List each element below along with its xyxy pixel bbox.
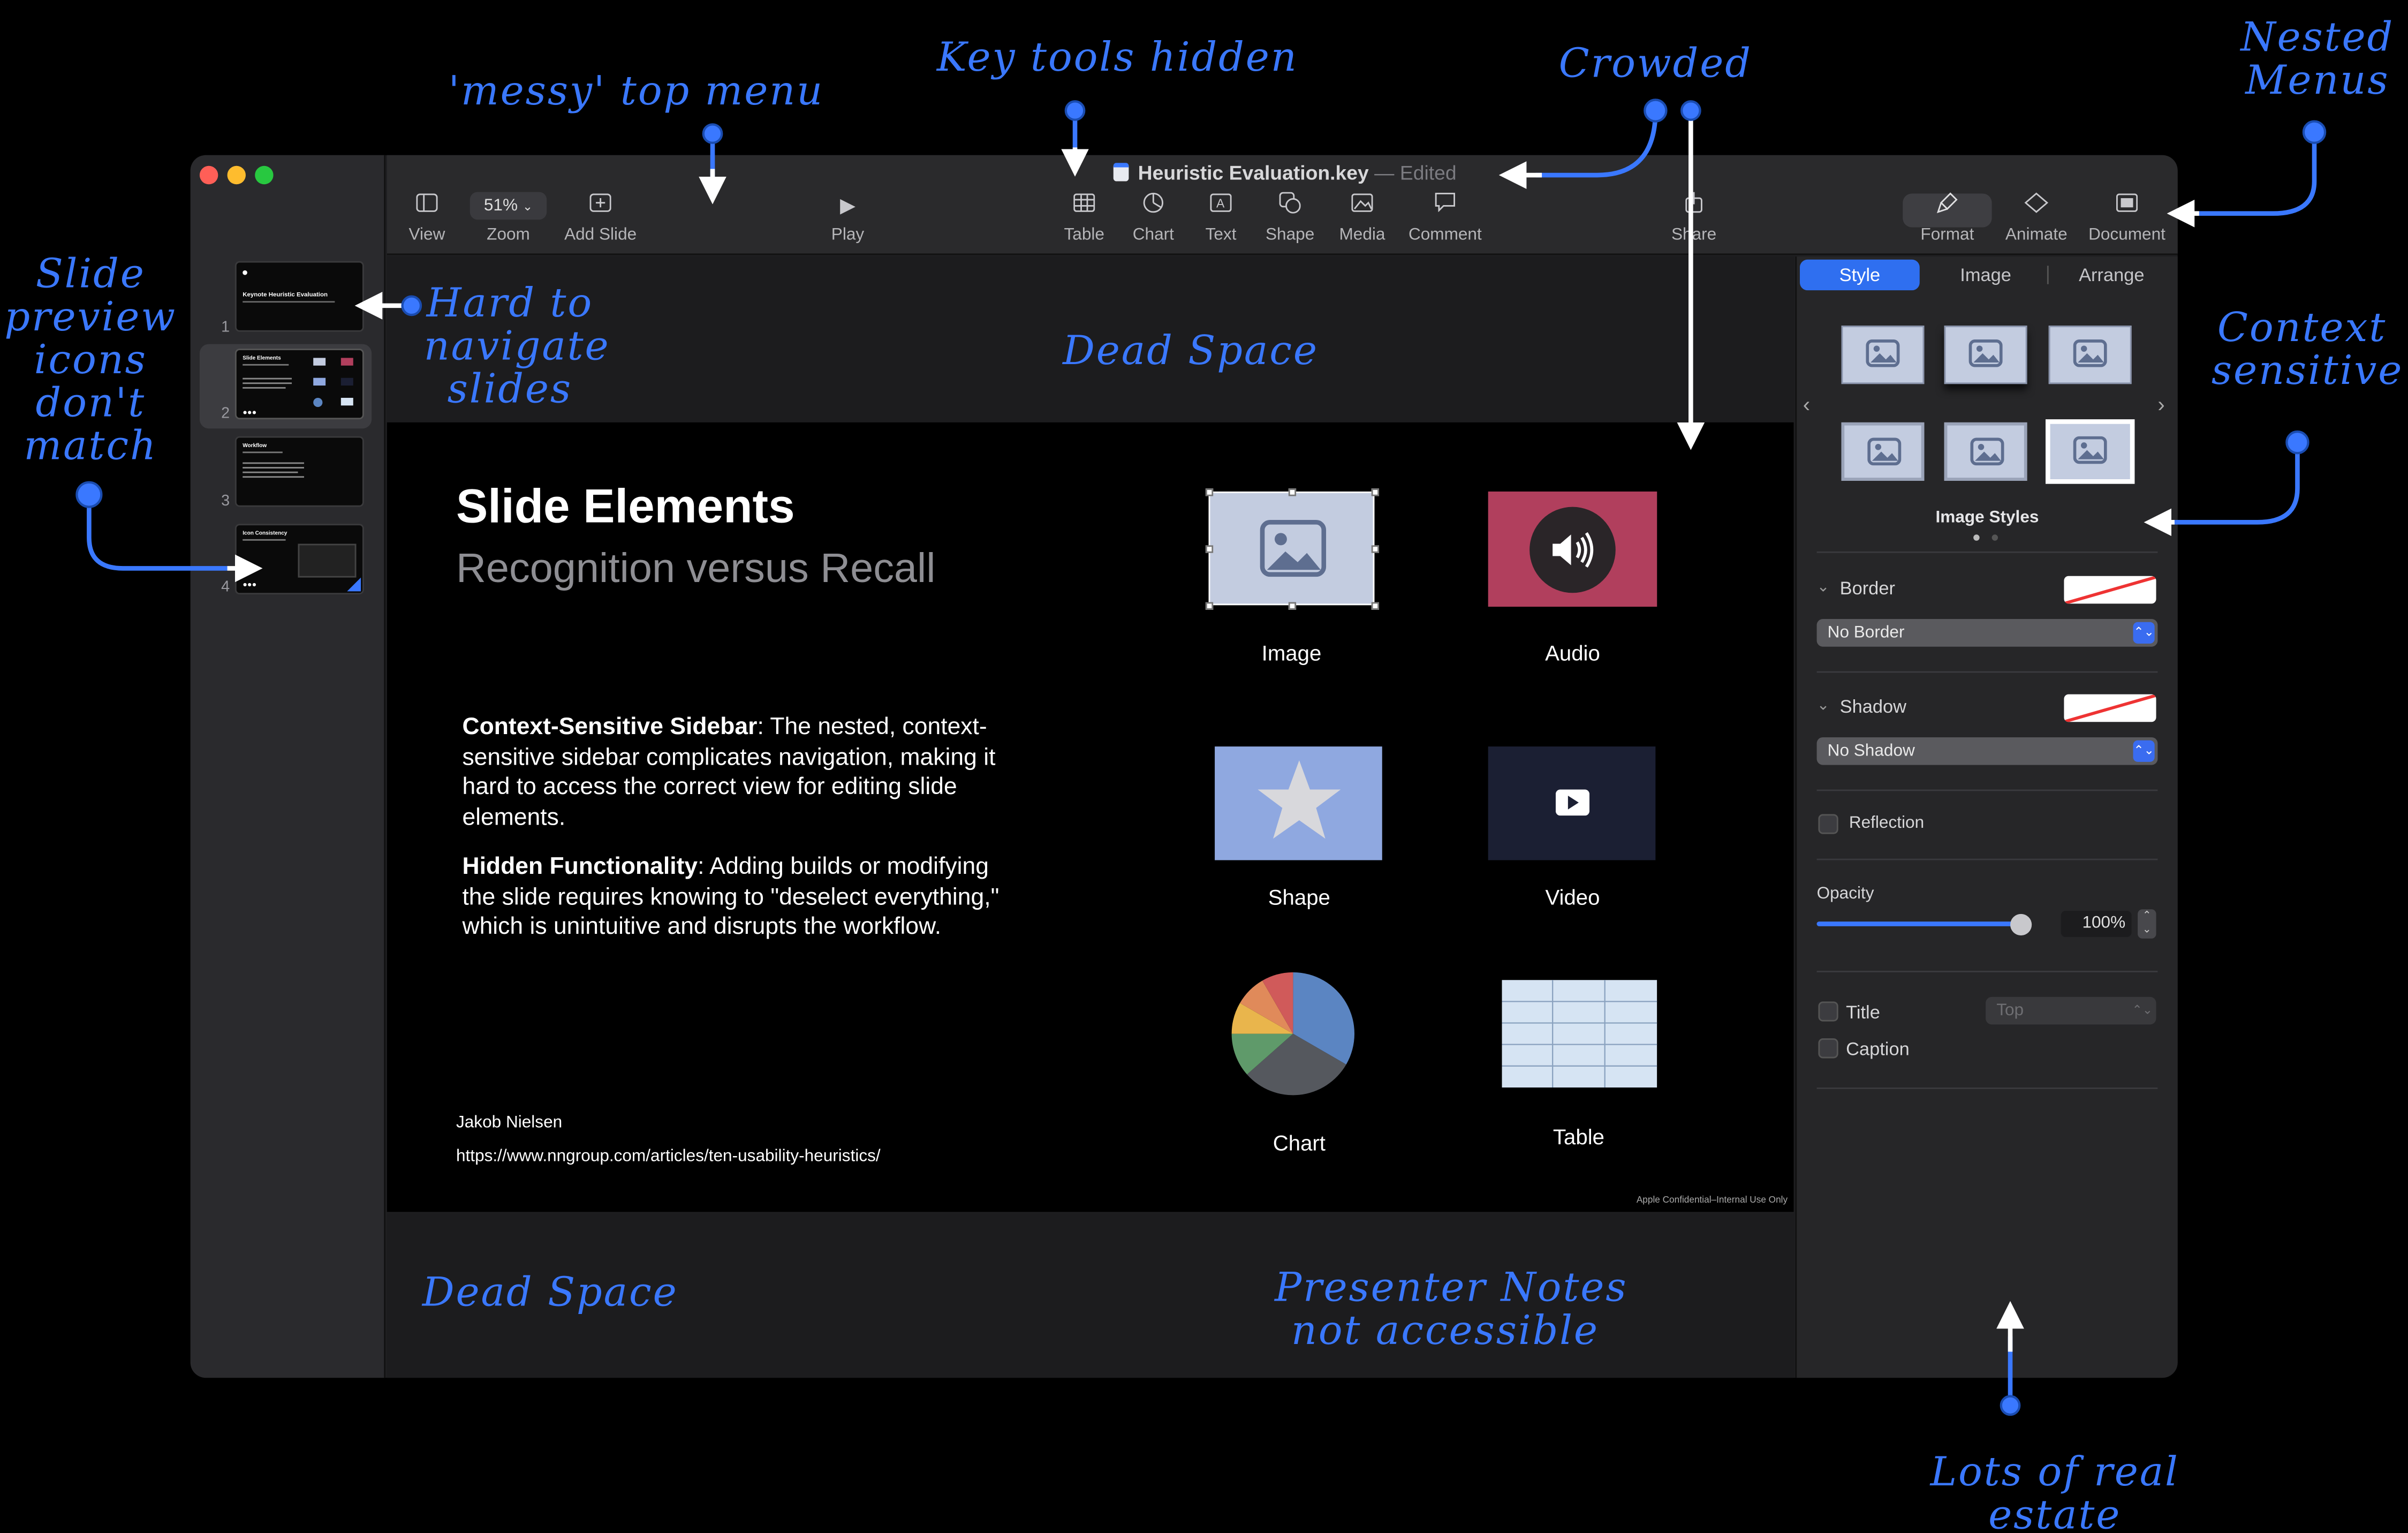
- annotation-line: icons: [34, 338, 147, 384]
- annotation-line: don't: [35, 381, 146, 427]
- annotation-real-estate: Lots of real estate: [1927, 1452, 2182, 1533]
- annotation-dead-space-bottom: Dead Space: [422, 1270, 678, 1317]
- annotation-line: slides: [447, 367, 573, 413]
- annotation-presenter-notes: Presenter Notes not accessible: [1274, 1265, 1628, 1355]
- annotation-line: Context: [2217, 305, 2387, 352]
- annotation-line: not accessible: [1291, 1309, 1599, 1355]
- annotation-key-tools-hidden: Key tools hidden: [936, 35, 1298, 82]
- annotation-line: Presenter Notes: [1274, 1265, 1628, 1312]
- annotation-line: sensitive: [2211, 349, 2404, 395]
- annotation-crowded: Crowded: [1558, 41, 1752, 88]
- annotation-nested-menus: Nested Menus: [2227, 17, 2407, 103]
- annotation-dead-space-top: Dead Space: [1063, 328, 1319, 375]
- annotation-line: Menus: [2245, 58, 2390, 105]
- annotation-messy-menu: 'messy' top menu: [448, 69, 824, 116]
- annotation-line: Slide: [35, 252, 146, 298]
- annotation-slide-preview: Slide preview icons don't match: [0, 253, 181, 469]
- annotation-arrows: [75, 99, 2327, 1416]
- annotation-line: Lots of real: [1930, 1449, 2179, 1497]
- annotation-line: preview: [4, 294, 177, 341]
- screenshot-stage: Heuristic Evaluation.key — Edited View 5…: [0, 0, 2408, 1533]
- annotation-context-sensitive: Context sensitive: [2211, 305, 2404, 395]
- annotation-line: match: [24, 424, 157, 470]
- annotation-line: Nested: [2240, 15, 2395, 62]
- annotation-hard-to-navigate: Hard to navigate slides: [423, 281, 610, 413]
- annotation-line: estate: [1988, 1493, 2122, 1533]
- annotation-line: Hard to: [426, 281, 594, 328]
- annotation-line: navigate: [423, 324, 610, 371]
